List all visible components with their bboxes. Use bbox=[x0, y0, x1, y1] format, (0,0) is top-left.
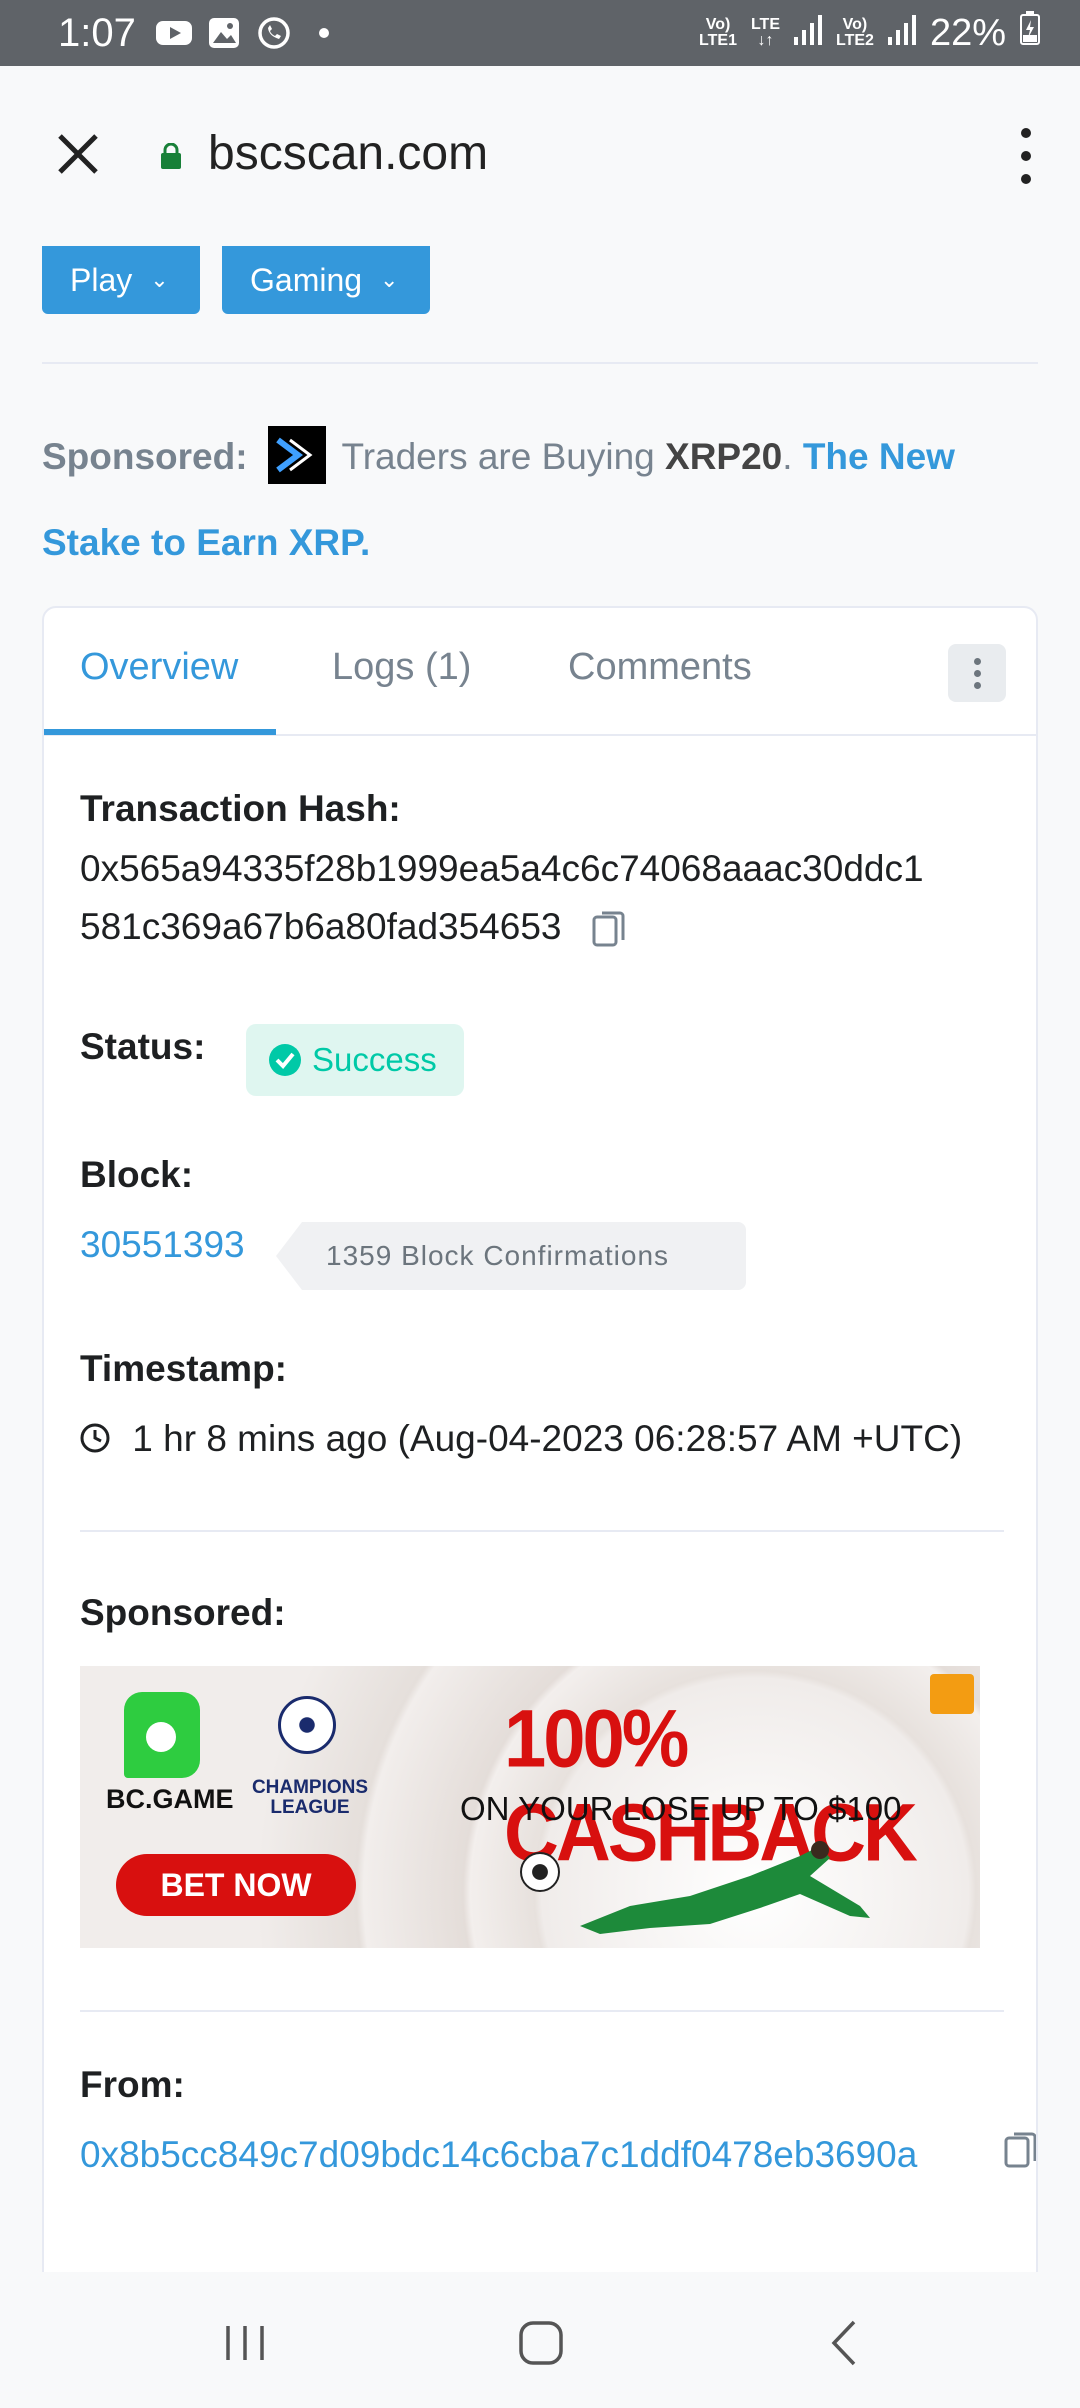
timestamp-label: Timestamp: bbox=[80, 1348, 287, 1389]
from-label: From: bbox=[80, 2064, 185, 2105]
clock-icon bbox=[80, 1423, 110, 1453]
sponsored-label: Sponsored: bbox=[42, 436, 248, 477]
transaction-hash-line1: 0x565a94335f28b1999ea5a4c6c74068aaac30dd… bbox=[80, 848, 924, 889]
bcgame-logo bbox=[124, 1692, 200, 1778]
chevron-down-icon: ⌄ bbox=[150, 267, 169, 292]
back-icon[interactable] bbox=[820, 2318, 870, 2368]
xrp20-logo bbox=[267, 426, 326, 485]
signal-icon bbox=[887, 12, 916, 55]
block-confirmations-badge: 1359 Block Confirmations bbox=[276, 1222, 746, 1290]
url-bar[interactable]: bscscan.com bbox=[208, 126, 488, 181]
soccer-ball-icon bbox=[520, 1852, 560, 1892]
mascot-icon bbox=[930, 1674, 974, 1714]
sponsored-text: Traders are Buying bbox=[341, 436, 655, 477]
divider bbox=[80, 1530, 1004, 1532]
tab-more-options-icon[interactable] bbox=[948, 644, 1006, 702]
sponsored-banner: Sponsored: Traders are Buying XRP20. The… bbox=[42, 414, 1038, 586]
tab-overview[interactable]: Overview bbox=[80, 646, 238, 689]
youtube-icon bbox=[155, 17, 192, 49]
battery-charging-icon bbox=[1020, 11, 1040, 55]
block-number-link[interactable]: 30551393 bbox=[80, 1224, 245, 1266]
browser-toolbar: bscscan.com bbox=[0, 66, 1080, 246]
status-bar: 1:07 Vo) LTE1 LTE ↓↑ Vo) LTE2 22% bbox=[0, 0, 1080, 66]
ad-league: CHAMPIONS LEAGUE bbox=[251, 1777, 369, 1818]
champions-league-logo bbox=[278, 1696, 336, 1754]
sponsored-strong: XRP20 bbox=[665, 436, 783, 477]
status-time: 1:07 bbox=[58, 10, 136, 55]
from-address-link[interactable]: 0x8b5cc849c7d09bdc14c6cba7c1ddf0478eb369… bbox=[80, 2134, 917, 2176]
close-icon[interactable] bbox=[50, 126, 106, 182]
gaming-dropdown-button[interactable]: Gaming ⌄ bbox=[222, 246, 430, 314]
sim2-indicator: Vo) LTE2 bbox=[836, 16, 874, 49]
copy-icon[interactable] bbox=[592, 909, 628, 949]
page-content: Play ⌄ Gaming ⌄ Sponsored: Traders are Buy… bbox=[0, 246, 1080, 2272]
ad-brand: BC.GAME bbox=[106, 1784, 234, 1814]
more-options-icon[interactable] bbox=[1016, 128, 1036, 184]
status-label: Status: bbox=[80, 1026, 206, 1067]
sim1-indicator: Vo) LTE1 bbox=[699, 16, 737, 49]
bcgame-ad-banner[interactable]: BC.GAME CHAMPIONS LEAGUE 100% CASHBACK O… bbox=[80, 1666, 980, 1948]
home-icon[interactable] bbox=[516, 2318, 566, 2368]
status-badge: Success bbox=[246, 1024, 464, 1096]
tab-logs[interactable]: Logs (1) bbox=[332, 646, 471, 689]
lte-indicator: LTE ↓↑ bbox=[750, 16, 780, 49]
gallery-icon bbox=[206, 17, 242, 49]
timestamp-row: 1 hr 8 mins ago (Aug-04-2023 06:28:57 AM… bbox=[80, 1418, 962, 1460]
whatsapp-icon bbox=[256, 17, 292, 49]
recent-apps-icon[interactable] bbox=[220, 2318, 270, 2368]
timestamp-value: 1 hr 8 mins ago (Aug-04-2023 06:28:57 AM… bbox=[132, 1418, 963, 1459]
signal-icon bbox=[794, 12, 822, 55]
block-label: Block: bbox=[80, 1154, 194, 1195]
chevron-down-icon: ⌄ bbox=[380, 267, 399, 292]
notification-dot-icon bbox=[306, 17, 342, 49]
soccer-player-image bbox=[580, 1841, 870, 1934]
divider bbox=[80, 2010, 1004, 2012]
transaction-card: Overview Logs (1) Comments Transaction H… bbox=[42, 606, 1038, 2272]
ad-subline: ON YOUR LOSE UP TO $100 bbox=[460, 1790, 902, 1827]
active-tab-indicator bbox=[44, 729, 276, 735]
battery-percent: 22% bbox=[929, 11, 1006, 54]
bet-now-button[interactable]: BET NOW bbox=[116, 1854, 356, 1916]
play-dropdown-button[interactable]: Play ⌄ bbox=[42, 246, 200, 314]
divider bbox=[42, 362, 1038, 364]
lock-icon bbox=[160, 142, 182, 169]
system-nav-bar bbox=[0, 2272, 1080, 2408]
check-circle-icon bbox=[269, 1044, 301, 1076]
transaction-hash-line2: 581c369a67b6a80fad354653 bbox=[80, 906, 628, 949]
sponsored-ad-label: Sponsored: bbox=[80, 1592, 286, 1633]
tab-bar: Overview Logs (1) Comments bbox=[44, 608, 1036, 736]
transaction-hash-label: Transaction Hash: bbox=[80, 788, 401, 829]
status-value: Success bbox=[312, 1041, 437, 1078]
transaction-hash-value: 581c369a67b6a80fad354653 bbox=[80, 906, 562, 947]
copy-icon[interactable] bbox=[1004, 2130, 1036, 2170]
tab-comments[interactable]: Comments bbox=[568, 646, 752, 689]
